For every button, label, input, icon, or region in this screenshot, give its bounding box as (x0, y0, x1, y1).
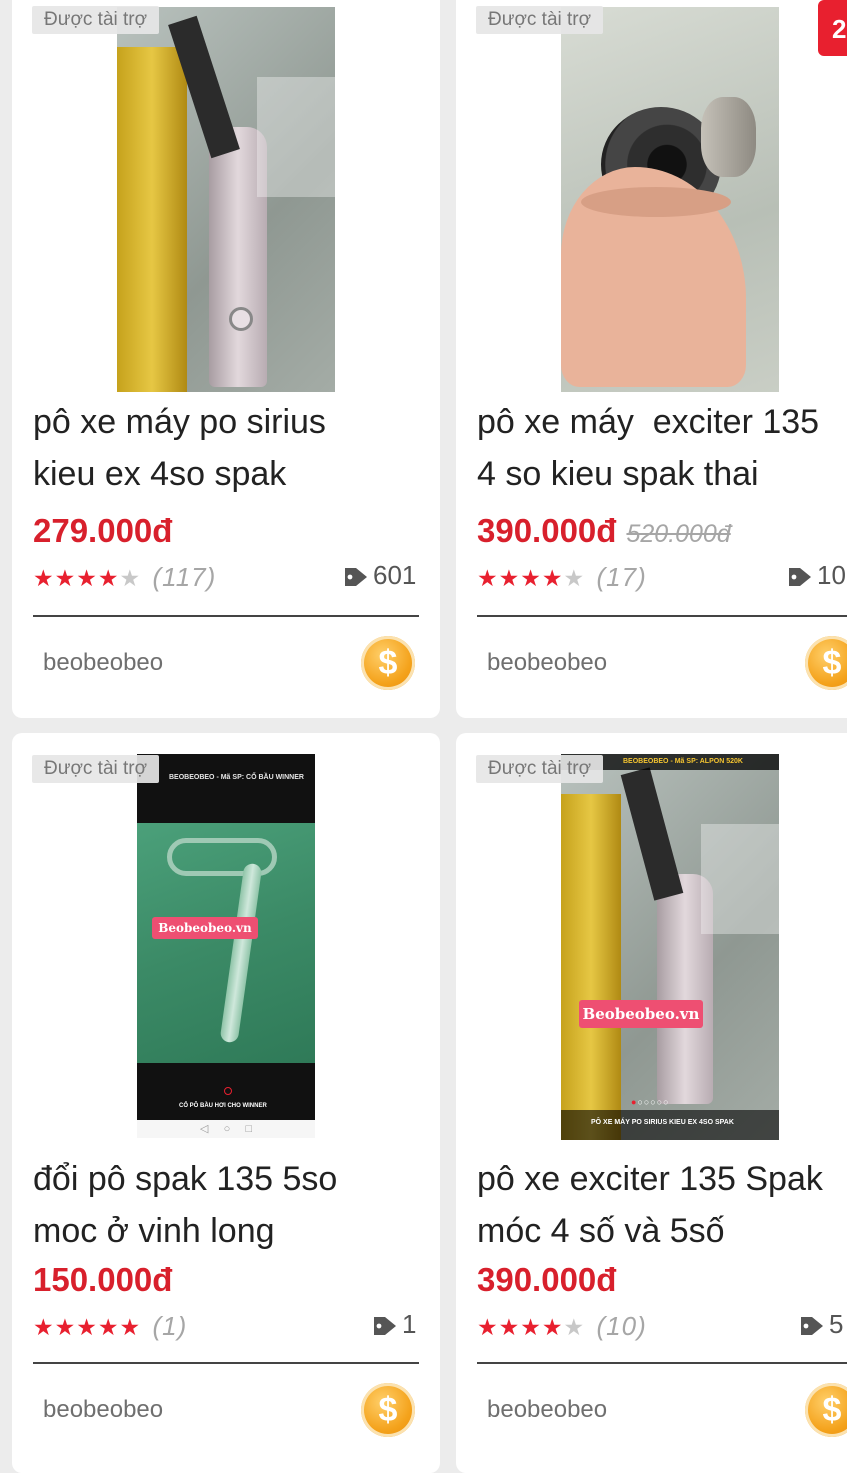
rating-row: ★★★★★ (17) 10 (477, 560, 847, 594)
sponsored-label: Được tài trợ (32, 755, 160, 783)
product-image[interactable]: BEOBEOBEO - Mã SP: ALPON 520K Beobeobeo.… (456, 733, 847, 1153)
product-price: 150.000đ (33, 1261, 173, 1298)
rating-row: ★★★★★ (117) 601 (33, 560, 440, 594)
product-card[interactable]: Được tài trợ pô xe máy po sirius kieu ex… (12, 0, 440, 718)
product-image[interactable]: Được tài trợ (12, 0, 440, 400)
price-row: 279.000đ (33, 512, 172, 550)
title-line: pô xe máy po sirius (33, 403, 326, 441)
title-line: móc 4 số và 5số (477, 1212, 725, 1250)
star-icon: ★★★★ (477, 1314, 564, 1340)
title-line: 4 so kieu spak thai (477, 455, 759, 493)
dollar-coin-icon: $ (805, 1383, 847, 1437)
rating-row: ★★★★★ (1) 1 (33, 1309, 440, 1343)
android-nav-bar: ◁ ○ □ (137, 1120, 315, 1138)
star-icon: ★★★★ (33, 565, 120, 591)
title-line: pô xe exciter 135 Spak (477, 1160, 823, 1198)
sold-count-value: 10 (817, 560, 846, 590)
image-caption: CỔ PÔ BẦU HƠI CHO WINNER (179, 1103, 267, 1109)
product-image[interactable]: Beobeobeo.vn BEOBEOBEO - Mã SP: CỔ BẦU W… (12, 733, 440, 1153)
seller-name[interactable]: beobeobeo (487, 1396, 607, 1424)
rating-count: (1) (152, 1311, 188, 1341)
product-price: 390.000đ (477, 1261, 617, 1298)
product-title[interactable]: đổi pô spak 135 5so moc ở vinh long (33, 1153, 433, 1257)
sold-count: 10 (787, 560, 846, 591)
product-title[interactable]: pô xe máy exciter 135 4 so kieu spak tha… (477, 396, 847, 500)
star-icon: ★ (563, 1314, 586, 1340)
rating-row: ★★★★★ (10) 5 (477, 1309, 847, 1343)
sold-count-value: 601 (373, 560, 417, 590)
image-carousel-dots[interactable]: ●○○○○○ (631, 1097, 670, 1107)
title-line: kieu ex 4so spak (33, 455, 287, 493)
divider (477, 1362, 847, 1364)
sponsored-label: Được tài trợ (32, 6, 160, 34)
seller-name[interactable]: beobeobeo (487, 649, 607, 677)
tag-icon (345, 568, 367, 587)
original-price: 520.000đ (626, 520, 731, 548)
price-row: 390.000đ (477, 1261, 616, 1299)
product-price: 390.000đ (477, 512, 617, 549)
star-icon: ★★★★★ (33, 1314, 142, 1340)
dollar-coin-icon: $ (805, 636, 847, 690)
sold-count: 1 (372, 1309, 416, 1340)
image-caption: BEOBEOBEO - Mã SP: CỔ BẦU WINNER (169, 774, 304, 781)
rating-count: (17) (596, 562, 647, 592)
divider (33, 615, 419, 617)
sold-count: 5 (799, 1309, 843, 1340)
price-row: 150.000đ (33, 1261, 172, 1299)
sponsored-label: Được tài trợ (476, 755, 604, 783)
star-rating: ★★★★★ (1) (33, 1311, 187, 1342)
star-icon: ★ (563, 565, 586, 591)
discount-badge: 25% (818, 0, 847, 56)
tag-icon (801, 1317, 823, 1336)
star-icon: ★★★★ (477, 565, 564, 591)
dollar-coin-icon: $ (361, 1383, 415, 1437)
brand-badge: Beobeobeo.vn (152, 917, 258, 939)
title-line: pô xe máy exciter 135 (477, 403, 820, 441)
price-row: 390.000đ 520.000đ (477, 512, 731, 550)
sponsored-label: Được tài trợ (476, 6, 604, 34)
dollar-coin-icon: $ (361, 636, 415, 690)
star-rating: ★★★★★ (117) (33, 562, 216, 593)
product-card[interactable]: Beobeobeo.vn BEOBEOBEO - Mã SP: CỔ BẦU W… (12, 733, 440, 1473)
tag-icon (374, 1317, 396, 1336)
title-line: đổi pô spak 135 5so (33, 1160, 338, 1198)
star-icon: ★ (119, 565, 142, 591)
image-caption: BEOBEOBEO - Mã SP: ALPON 520K (623, 758, 743, 765)
divider (477, 615, 847, 617)
star-rating: ★★★★★ (10) (477, 1311, 647, 1342)
title-line: moc ở vinh long (33, 1212, 275, 1250)
rating-count: (10) (596, 1311, 647, 1341)
product-title[interactable]: pô xe máy po sirius kieu ex 4so spak (33, 396, 433, 500)
brand-badge: Beobeobeo.vn (579, 1000, 703, 1028)
rating-count: (117) (152, 562, 217, 592)
product-card[interactable]: Được tài trợ 25% pô xe máy exciter 135 4… (456, 0, 847, 718)
divider (33, 1362, 419, 1364)
product-image[interactable]: Được tài trợ 25% (456, 0, 847, 400)
sold-count-value: 5 (829, 1309, 844, 1339)
sold-count-value: 1 (402, 1309, 417, 1339)
tag-icon (789, 568, 811, 587)
sold-count: 601 (343, 560, 416, 591)
seller-name[interactable]: beobeobeo (43, 1396, 163, 1424)
star-rating: ★★★★★ (17) (477, 562, 647, 593)
product-title[interactable]: pô xe exciter 135 Spak móc 4 số và 5số (477, 1153, 847, 1257)
product-card[interactable]: BEOBEOBEO - Mã SP: ALPON 520K Beobeobeo.… (456, 733, 847, 1473)
product-price: 279.000đ (33, 512, 173, 549)
image-caption: PÔ XE MÁY PO SIRIUS KIEU EX 4SO SPAK (591, 1119, 734, 1126)
seller-name[interactable]: beobeobeo (43, 649, 163, 677)
